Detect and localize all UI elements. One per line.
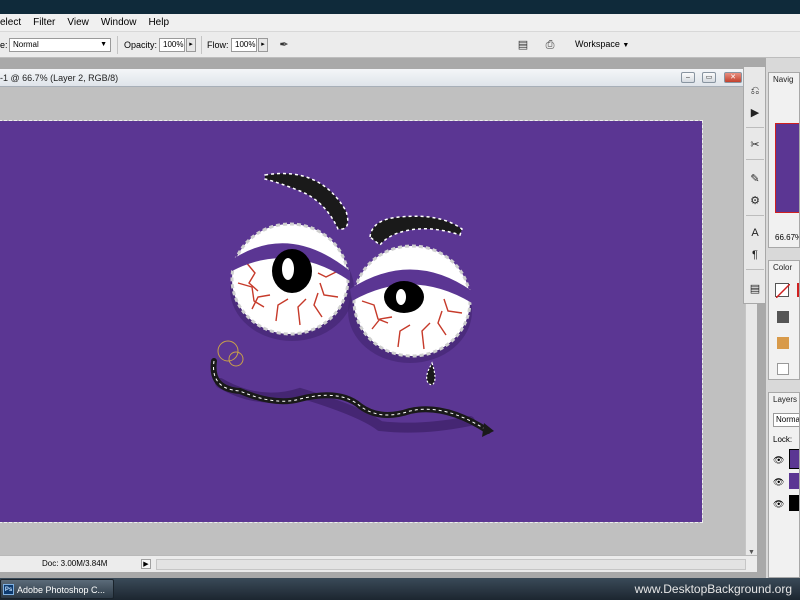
workspace-label: Workspace xyxy=(575,39,620,49)
left-eyebrow xyxy=(264,172,349,230)
mouth-tip xyxy=(482,423,494,437)
workspace-menu[interactable]: Workspace ▼ xyxy=(575,39,629,49)
separator xyxy=(746,269,764,270)
separator xyxy=(746,215,764,216)
right-panel-column: Navig 66.67% Color Layers Normal Lock: 👁… xyxy=(766,58,800,578)
layer-thumbnail-background[interactable] xyxy=(789,495,799,511)
menu-filter[interactable]: Filter xyxy=(27,14,61,32)
brush-cursor-inner xyxy=(228,351,244,367)
menu-window[interactable]: Window xyxy=(95,14,143,32)
horizontal-scrollbar[interactable] xyxy=(156,559,746,570)
opacity-arrow-button[interactable]: ▸ xyxy=(186,38,196,52)
left-eye-highlight xyxy=(282,258,294,280)
white-swatch[interactable] xyxy=(777,363,789,375)
lock-label: Lock: xyxy=(773,435,793,444)
brushes-icon[interactable]: ✎ xyxy=(747,171,763,187)
layers-panel: Layers Normal Lock: 👁 👁 👁 xyxy=(768,392,800,578)
eye-icon[interactable]: 👁 xyxy=(773,455,784,466)
document-window: -1 @ 66.7% (Layer 2, RGB/8) – ▭ ✕ ▼ Doc:… xyxy=(0,69,757,572)
options-bar: e: Normal ▼ Opacity: 100% ▸ Flow: 100% ▸… xyxy=(0,32,800,58)
menu-help[interactable]: Help xyxy=(142,14,175,32)
color-tab[interactable]: Color xyxy=(773,263,792,272)
tool-preset-icon[interactable]: ⎙ xyxy=(542,37,558,53)
window-top-strip xyxy=(0,0,800,14)
eye-icon[interactable]: 👁 xyxy=(773,499,784,510)
opacity-label: Opacity: xyxy=(124,40,158,50)
tear-drop xyxy=(426,361,436,386)
menu-bar: elect Filter View Window Help xyxy=(0,14,800,32)
caret-down-icon: ▼ xyxy=(622,42,630,49)
cartoon-face-artwork xyxy=(210,172,494,437)
no-color-icon xyxy=(775,283,791,299)
right-eyebrow xyxy=(369,215,463,247)
palette-well-icon[interactable]: ▤ xyxy=(515,37,531,53)
flow-arrow-button[interactable]: ▸ xyxy=(258,38,268,52)
layer-thumbnail-layer1[interactable] xyxy=(789,473,799,489)
right-eye-highlight xyxy=(396,289,406,305)
blend-mode-select[interactable]: Normal xyxy=(773,413,799,427)
no-color-swatch[interactable] xyxy=(775,283,791,299)
flow-label: Flow: xyxy=(207,40,229,50)
watermark-text: www.DesktopBackground.org xyxy=(634,582,792,596)
navigator-zoom[interactable]: 66.67% xyxy=(775,233,799,242)
navigator-preview[interactable] xyxy=(775,123,799,213)
orange-swatch[interactable] xyxy=(777,337,789,349)
maximize-icon[interactable]: ▭ xyxy=(702,72,716,83)
eye-icon[interactable]: 👁 xyxy=(773,477,784,488)
doc-size-status: Doc: 3.00M/3.84M xyxy=(42,559,108,568)
canvas-area[interactable] xyxy=(0,87,745,560)
layers-tab[interactable]: Layers xyxy=(773,395,797,404)
windows-taskbar: Ps Adobe Photoshop C... www.DesktopBackg… xyxy=(0,578,800,600)
separator xyxy=(746,159,764,160)
panel-icon-strip: ⎌ ▶ ✂ ✎ ⚙ A ¶ ▤ xyxy=(743,66,766,304)
mode-label: e: xyxy=(0,40,8,50)
close-icon[interactable]: ✕ xyxy=(724,72,742,83)
color-panel: Color xyxy=(768,260,800,380)
mouth-shadow xyxy=(215,378,475,433)
gray-swatch[interactable] xyxy=(777,311,789,323)
character-icon[interactable]: A xyxy=(747,225,763,241)
history-icon[interactable]: ⎌ xyxy=(747,83,763,99)
opacity-input[interactable]: 100% xyxy=(159,38,185,52)
actions-icon[interactable]: ▶ xyxy=(747,105,763,121)
document-title: -1 @ 66.7% (Layer 2, RGB/8) xyxy=(0,73,119,83)
airbrush-icon[interactable]: ✒ xyxy=(276,37,292,53)
layer-thumbnail-layer2[interactable] xyxy=(789,449,799,469)
document-title-bar[interactable]: -1 @ 66.7% (Layer 2, RGB/8) – ▭ ✕ xyxy=(0,69,757,87)
separator xyxy=(117,36,118,54)
separator xyxy=(201,36,202,54)
minimize-icon[interactable]: – xyxy=(681,72,695,83)
mode-value: Normal xyxy=(13,40,39,49)
mode-select[interactable]: Normal ▼ xyxy=(9,38,111,52)
navigator-panel: Navig 66.67% xyxy=(768,72,800,248)
navigator-tab[interactable]: Navig xyxy=(773,75,793,84)
brush-cursor-icon xyxy=(217,340,239,362)
flow-input[interactable]: 100% xyxy=(231,38,257,52)
status-menu-arrow[interactable]: ▶ xyxy=(141,559,151,569)
menu-select[interactable]: elect xyxy=(0,14,27,32)
layer-comps-icon[interactable]: ▤ xyxy=(747,281,763,297)
status-bar: Doc: 3.00M/3.84M ▶ xyxy=(0,555,757,572)
chevron-down-icon: ▼ xyxy=(100,41,107,48)
menu-view[interactable]: View xyxy=(61,14,95,32)
tool-presets-icon[interactable]: ✂ xyxy=(747,137,763,153)
photoshop-icon: Ps xyxy=(3,584,14,595)
paragraph-icon[interactable]: ¶ xyxy=(747,247,763,263)
separator xyxy=(746,127,764,128)
image-canvas[interactable] xyxy=(0,120,703,523)
photoshop-taskbar-button[interactable]: Ps Adobe Photoshop C... xyxy=(0,579,114,599)
clone-source-icon[interactable]: ⚙ xyxy=(747,193,763,209)
taskbar-app-label: Adobe Photoshop C... xyxy=(17,585,106,595)
